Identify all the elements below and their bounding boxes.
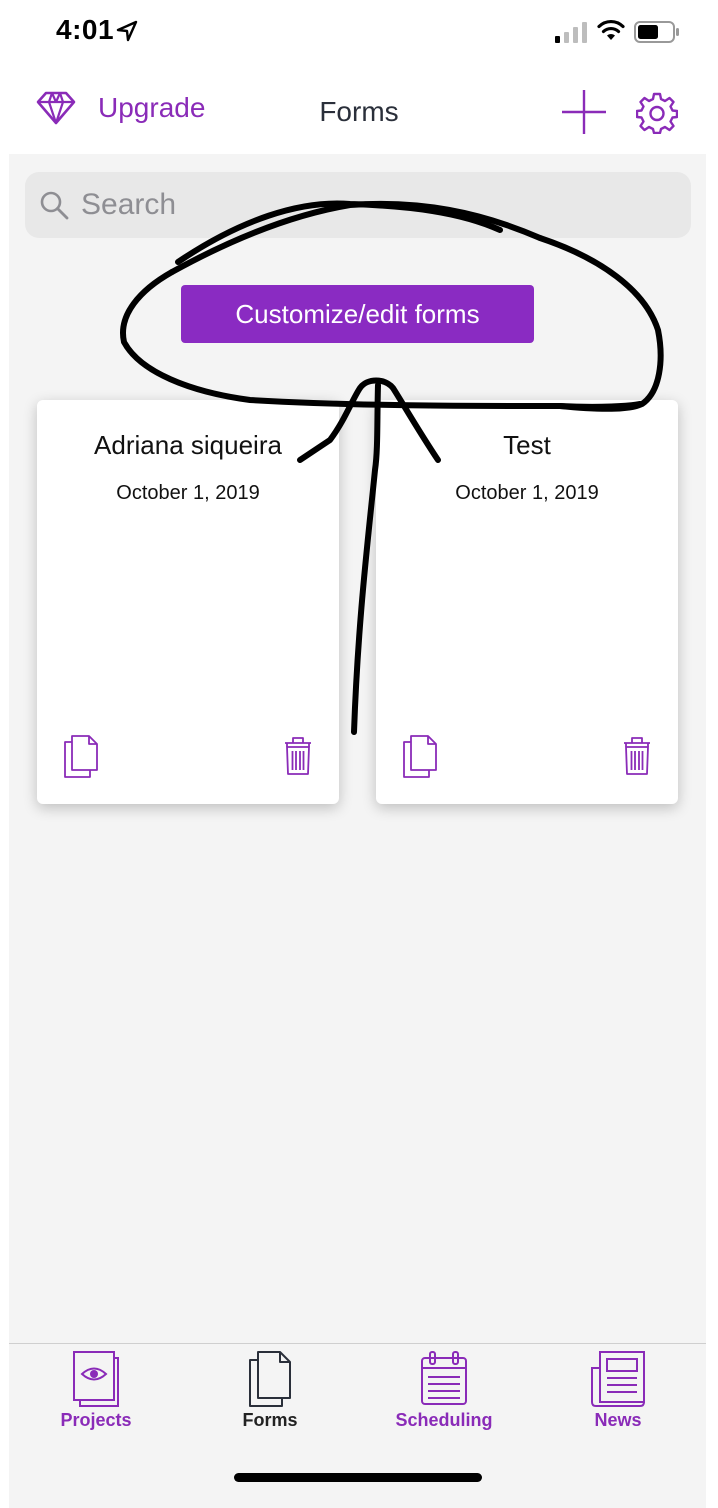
customize-edit-forms-button[interactable]: Customize/edit forms [181, 285, 534, 343]
search-bar[interactable] [25, 172, 691, 238]
diamond-icon [36, 91, 76, 125]
calendar-icon [421, 1351, 467, 1405]
status-bar: 4:01 [0, 0, 718, 64]
duplicate-form-icon[interactable] [63, 734, 99, 778]
location-arrow-icon [116, 20, 138, 42]
tab-bar: Projects Forms Scheduling News [9, 1343, 706, 1508]
navigation-bar: Upgrade Forms [0, 64, 718, 154]
cellular-signal-icon [555, 22, 587, 43]
form-card-title: Test [503, 430, 551, 460]
upgrade-label: Upgrade [98, 92, 206, 123]
tab-scheduling-label: Scheduling [395, 1410, 493, 1430]
form-card[interactable]: Test October 1, 2019 [376, 400, 678, 804]
form-card-date: October 1, 2019 [455, 482, 599, 504]
forms-icon [249, 1351, 291, 1407]
tab-projects-label: Projects [60, 1410, 132, 1430]
search-input[interactable] [81, 188, 641, 222]
battery-icon [634, 21, 679, 43]
settings-gear-icon[interactable] [636, 92, 678, 134]
newspaper-icon [591, 1351, 645, 1407]
tab-forms[interactable]: Forms [185, 1350, 355, 1440]
tab-projects[interactable]: Projects [11, 1350, 181, 1440]
add-form-button[interactable] [560, 88, 608, 136]
delete-form-icon[interactable] [622, 736, 652, 776]
home-indicator [234, 1473, 482, 1482]
tab-forms-label: Forms [242, 1410, 298, 1430]
form-card-date: October 1, 2019 [116, 482, 260, 504]
status-time: 4:01 [56, 14, 115, 45]
tab-news[interactable]: News [533, 1350, 703, 1440]
page-title: Forms [319, 96, 399, 127]
search-icon [40, 191, 69, 220]
forms-content: Customize/edit forms Adriana siqueira Oc… [9, 154, 706, 1344]
wifi-icon [597, 19, 625, 40]
form-card[interactable]: Adriana siqueira October 1, 2019 [37, 400, 339, 804]
upgrade-button[interactable]: Upgrade [36, 90, 205, 126]
duplicate-form-icon[interactable] [402, 734, 438, 778]
tab-news-label: News [594, 1410, 642, 1430]
tab-scheduling[interactable]: Scheduling [359, 1350, 529, 1440]
projects-icon [73, 1351, 119, 1407]
form-card-title: Adriana siqueira [94, 430, 282, 460]
delete-form-icon[interactable] [283, 736, 313, 776]
